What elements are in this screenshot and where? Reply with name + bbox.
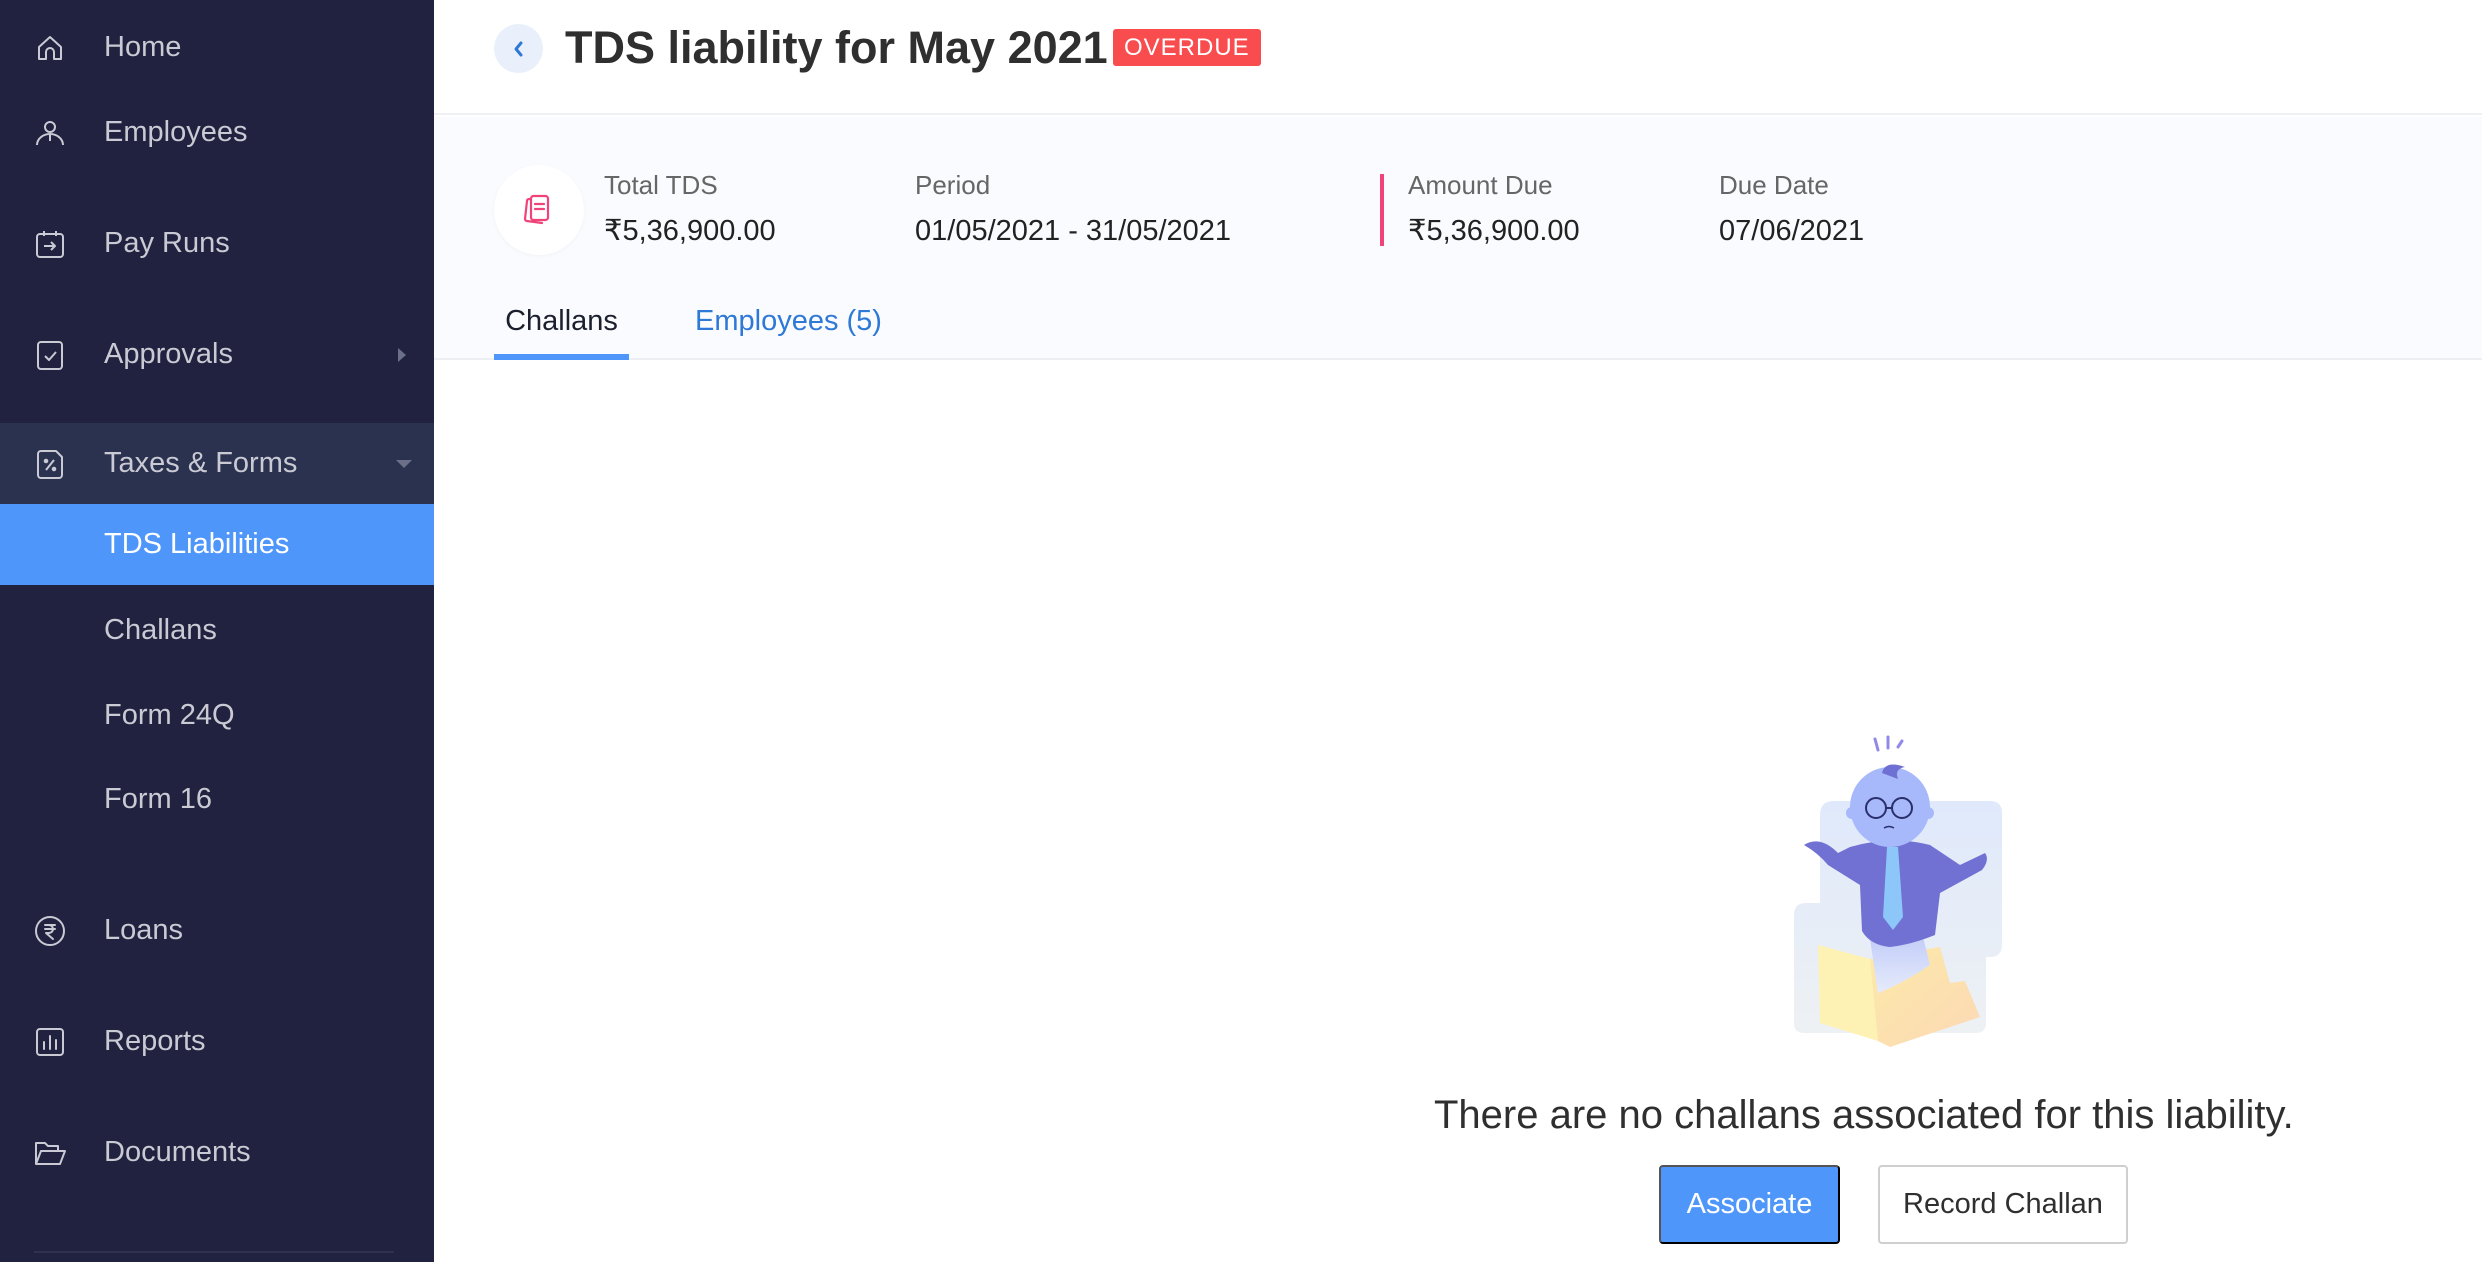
empty-state-message: There are no challans associated for thi… [1434,1093,2294,1137]
empty-state-illustration [1794,735,2002,1047]
sidebar-item-tds-liabilities[interactable]: TDS Liabilities [0,504,434,585]
period-label: Period [915,170,991,200]
sidebar-item-label: Form 16 [104,783,212,815]
sidebar-item-label: Documents [104,1136,251,1168]
percent-document-icon [34,448,66,480]
sidebar-item-label: Approvals [104,338,233,370]
due-date-value: 07/06/2021 [1719,215,1865,247]
tab-challans[interactable]: Challans [494,295,629,360]
sidebar-item-home[interactable]: Home [0,7,434,88]
chevron-down-icon [396,459,412,468]
sidebar-item-label: Employees [104,116,248,148]
total-tds-label: Total TDS [604,170,718,200]
sidebar-divider [34,1251,394,1253]
total-tds-value: ₹5,36,900.00 [604,215,776,247]
sidebar-item-label: Challans [104,614,217,646]
back-button[interactable] [494,24,543,73]
rupee-circle-icon [34,915,66,947]
sidebar: Home Employees Pay Runs Approvals Taxes … [0,0,434,1262]
period-value: 01/05/2021 - 31/05/2021 [915,215,1232,247]
sidebar-item-documents[interactable]: Documents [0,1112,434,1193]
amount-due-marker [1380,174,1384,246]
calendar-arrow-icon [34,228,66,260]
folder-open-icon [34,1137,66,1169]
sidebar-item-label: Taxes & Forms [104,447,298,479]
period-stat: Period 01/05/2021 - 31/05/2021 [915,169,1231,249]
sidebar-item-label: Loans [104,914,184,946]
sidebar-item-form-24q[interactable]: Form 24Q [0,675,434,756]
sidebar-item-label: Pay Runs [104,227,230,259]
home-icon [34,32,66,64]
due-date-stat: Due Date 07/06/2021 [1719,169,1864,249]
amount-due-label: Amount Due [1408,170,1553,200]
documents-icon [523,194,550,225]
sidebar-item-employees[interactable]: Employees [0,92,434,173]
page-title: TDS liability for May 2021 [565,22,1108,73]
document-icon-container [494,165,584,255]
chevron-right-icon [398,347,406,362]
total-tds-stat: Total TDS ₹5,36,900.00 [604,169,776,249]
liability-summary: Total TDS ₹5,36,900.00 Period 01/05/2021… [434,117,2482,360]
record-challan-button[interactable]: Record Challan [1878,1165,2128,1244]
sidebar-item-approvals[interactable]: Approvals [0,314,434,395]
user-icon [34,117,66,149]
sidebar-item-loans[interactable]: Loans [0,890,434,971]
sidebar-item-label: Home [104,31,182,63]
sidebar-item-label: Form 24Q [104,699,235,731]
sidebar-item-pay-runs[interactable]: Pay Runs [0,203,434,284]
sidebar-item-label: Reports [104,1025,206,1057]
sidebar-item-form-16[interactable]: Form 16 [0,759,434,840]
page-header: TDS liability for May 2021 OVERDUE [434,0,2482,115]
sidebar-item-reports[interactable]: Reports [0,1001,434,1082]
amount-due-value: ₹5,36,900.00 [1408,215,1580,247]
amount-due-stat: Amount Due ₹5,36,900.00 [1408,169,1580,249]
due-date-label: Due Date [1719,170,1829,200]
associate-button[interactable]: Associate [1659,1165,1840,1244]
chevron-left-icon [514,41,522,56]
sidebar-item-challans[interactable]: Challans [0,590,434,671]
sidebar-item-label: TDS Liabilities [104,528,290,560]
bar-chart-icon [34,1026,66,1058]
sidebar-item-taxes-forms[interactable]: Taxes & Forms [0,423,434,504]
tab-employees[interactable]: Employees (5) [695,295,882,360]
checkbox-icon [34,339,66,371]
status-badge: OVERDUE [1113,29,1261,66]
